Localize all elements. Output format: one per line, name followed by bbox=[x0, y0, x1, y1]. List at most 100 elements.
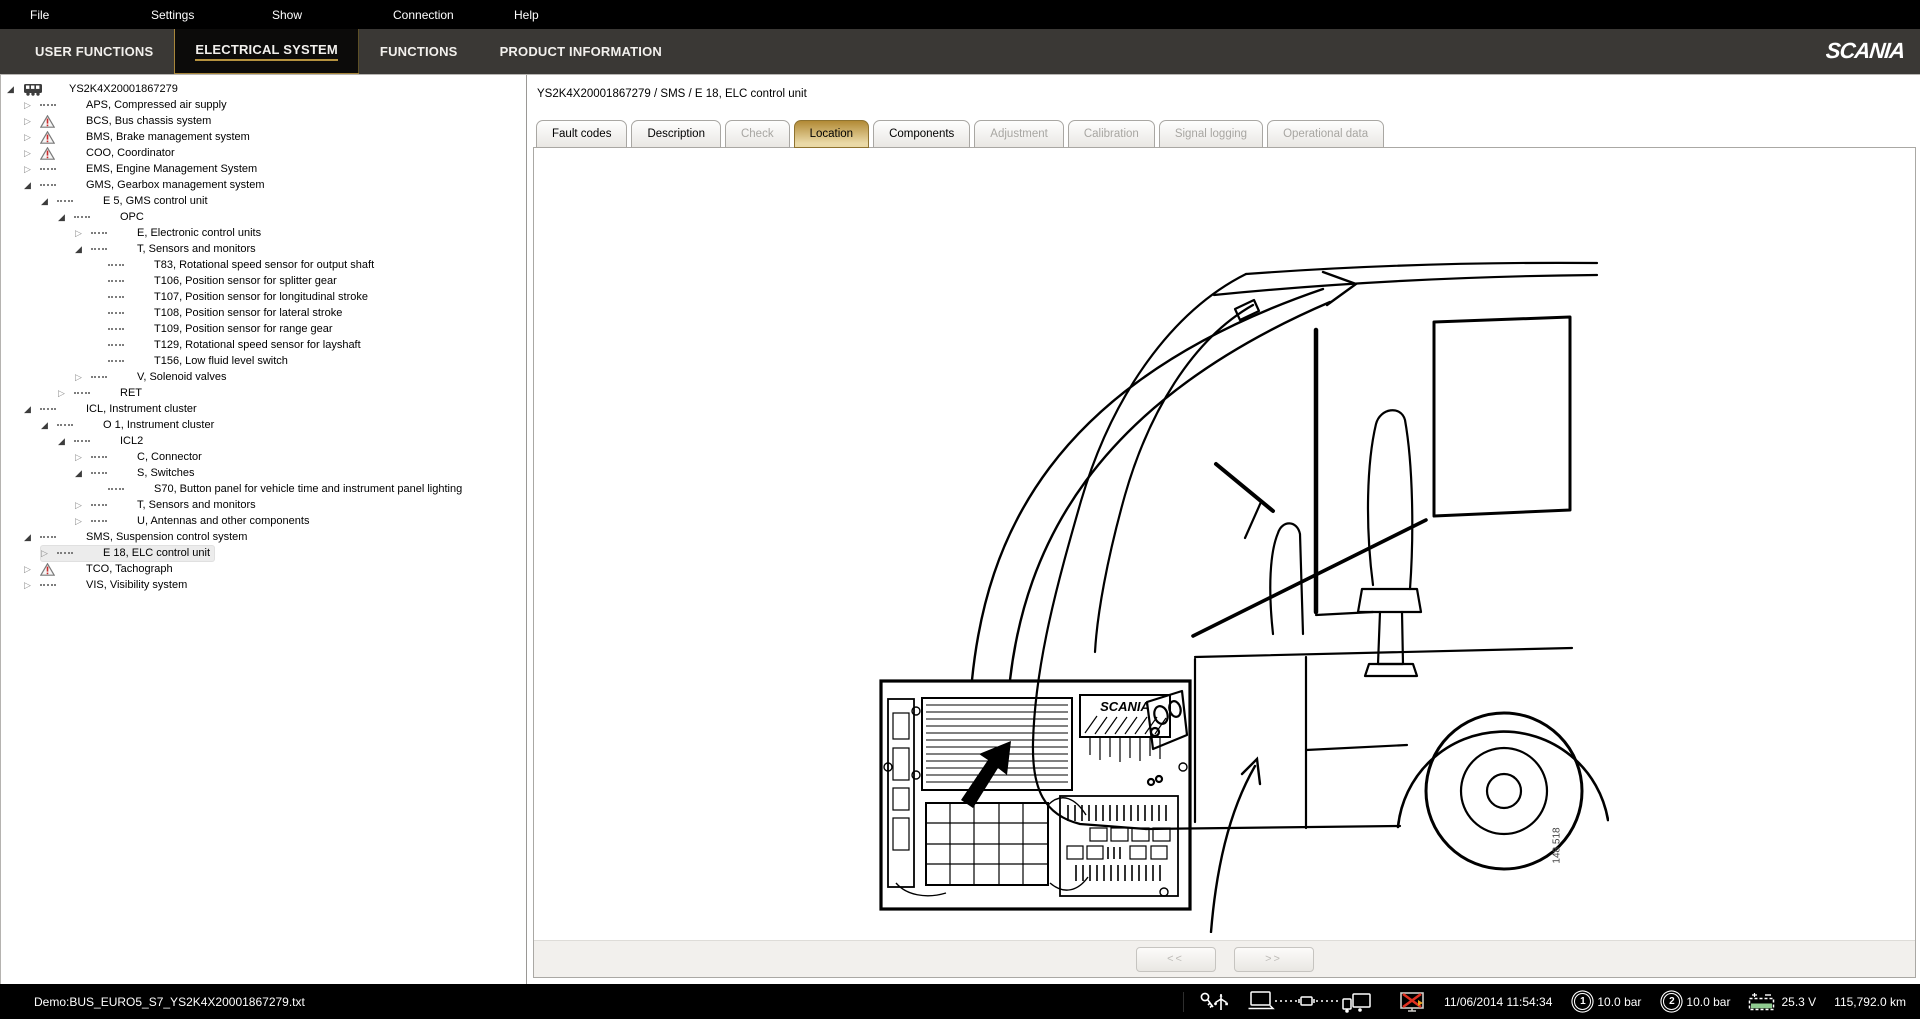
bus-icon bbox=[23, 83, 43, 96]
tree-item[interactable]: ICL2 bbox=[1, 433, 526, 449]
tree-item[interactable]: T129, Rotational speed sensor for laysha… bbox=[1, 337, 526, 353]
tree-item[interactable]: COO, Coordinator bbox=[1, 145, 526, 161]
nav-tab[interactable]: USER FUNCTIONS bbox=[14, 29, 174, 74]
tree-item[interactable]: VIS, Visibility system bbox=[1, 577, 526, 593]
nav-tab[interactable]: FUNCTIONS bbox=[359, 29, 479, 74]
tree-expander-icon[interactable] bbox=[7, 83, 23, 95]
tree-item[interactable]: E 5, GMS control unit bbox=[1, 193, 526, 209]
tree-expander-icon[interactable] bbox=[58, 211, 74, 223]
tree-expander-icon[interactable] bbox=[24, 403, 40, 415]
tree-item[interactable]: O 1, Instrument cluster bbox=[1, 417, 526, 433]
nav-tab[interactable]: ELECTRICAL SYSTEM bbox=[174, 29, 359, 74]
menu-item[interactable]: Settings bbox=[151, 8, 272, 22]
tree-item[interactable]: S, Switches bbox=[1, 465, 526, 481]
tree-item-main: U, Antennas and other components bbox=[75, 514, 313, 529]
tree-expander-icon[interactable] bbox=[24, 579, 40, 591]
tab[interactable]: Components bbox=[873, 120, 970, 148]
tab[interactable]: Operational data bbox=[1267, 120, 1384, 148]
tree-expander-icon[interactable] bbox=[41, 419, 57, 431]
tree-item[interactable]: T, Sensors and monitors bbox=[1, 241, 526, 257]
tree-item[interactable]: RET bbox=[1, 385, 526, 401]
tree-item[interactable]: T156, Low fluid level switch bbox=[1, 353, 526, 369]
tree-expander-icon[interactable] bbox=[24, 531, 40, 543]
tree-expander-icon[interactable] bbox=[24, 147, 40, 159]
tree-expander-icon[interactable] bbox=[58, 435, 74, 447]
tree-item[interactable]: SMS, Suspension control system bbox=[1, 529, 526, 545]
menu-item[interactable]: Connection bbox=[393, 8, 514, 22]
tree-expander-icon[interactable] bbox=[24, 563, 40, 575]
tree-expander-icon[interactable] bbox=[24, 131, 40, 143]
tab[interactable]: Signal logging bbox=[1159, 120, 1263, 148]
tree-item[interactable]: T107, Position sensor for longitudinal s… bbox=[1, 289, 526, 305]
tree-item[interactable]: APS, Compressed air supply bbox=[1, 97, 526, 113]
tree-expander-icon[interactable] bbox=[24, 179, 40, 191]
tree-item[interactable]: T109, Position sensor for range gear bbox=[1, 321, 526, 337]
tree-expander-icon[interactable] bbox=[41, 195, 57, 207]
tree-item-label: T, Sensors and monitors bbox=[137, 243, 256, 255]
tree-item-main: RET bbox=[58, 386, 146, 401]
tree-expander-icon[interactable] bbox=[75, 467, 91, 479]
tree-item-main: T107, Position sensor for longitudinal s… bbox=[92, 290, 372, 305]
tree-item-main: TCO, Tachograph bbox=[24, 562, 177, 577]
tree-item-main: BMS, Brake management system bbox=[24, 130, 254, 145]
tree-item-label: T109, Position sensor for range gear bbox=[154, 323, 333, 335]
tree-item-main: GMS, Gearbox management system bbox=[24, 178, 269, 193]
menu-item[interactable]: Help bbox=[514, 8, 635, 22]
tree-item[interactable]: YS2K4X20001867279 bbox=[1, 81, 526, 97]
tree-item-label: E 18, ELC control unit bbox=[103, 547, 210, 559]
system-tree: YS2K4X20001867279 bbox=[0, 75, 527, 984]
tree-item[interactable]: TCO, Tachograph bbox=[1, 561, 526, 577]
tree-item-main: ICL, Instrument cluster bbox=[24, 402, 201, 417]
component-dots-icon bbox=[108, 360, 124, 362]
tree-item[interactable]: C, Connector bbox=[1, 449, 526, 465]
tree-item[interactable]: T, Sensors and monitors bbox=[1, 497, 526, 513]
tree-expander-icon[interactable] bbox=[75, 451, 91, 463]
tab[interactable]: Fault codes bbox=[536, 120, 627, 148]
component-dots-icon bbox=[91, 232, 107, 234]
tree-expander-icon[interactable] bbox=[75, 499, 91, 511]
tree-item[interactable]: E, Electronic control units bbox=[1, 225, 526, 241]
component-dots-icon bbox=[108, 488, 124, 490]
circuit1-pressure-group: 1 10.0 bar bbox=[1570, 993, 1641, 1010]
nav-tab[interactable]: PRODUCT INFORMATION bbox=[479, 29, 683, 74]
tree-expander-icon[interactable] bbox=[75, 371, 91, 383]
next-button[interactable]: >> bbox=[1234, 947, 1314, 972]
tree-item-label: SMS, Suspension control system bbox=[86, 531, 247, 543]
tree-item[interactable]: OPC bbox=[1, 209, 526, 225]
menu-item[interactable]: Show bbox=[272, 8, 393, 22]
tree-item[interactable]: ICL, Instrument cluster bbox=[1, 401, 526, 417]
figure-number: 148 518 bbox=[1552, 827, 1563, 863]
tree-item[interactable]: T106, Position sensor for splitter gear bbox=[1, 273, 526, 289]
tab[interactable]: Location bbox=[794, 120, 869, 148]
tree-item-label: BCS, Bus chassis system bbox=[86, 115, 211, 127]
tree-expander-icon[interactable] bbox=[75, 227, 91, 239]
tree-expander-icon[interactable] bbox=[58, 387, 74, 399]
tree-item[interactable]: S70, Button panel for vehicle time and i… bbox=[1, 481, 526, 497]
tree-expander-icon[interactable] bbox=[75, 515, 91, 527]
tree-expander-icon[interactable] bbox=[24, 163, 40, 175]
menu-item[interactable]: File bbox=[30, 8, 151, 22]
tree-expander-icon[interactable] bbox=[24, 115, 40, 127]
tab[interactable]: Check bbox=[725, 120, 790, 148]
tree-expander-icon[interactable] bbox=[75, 243, 91, 255]
tree-item[interactable]: BCS, Bus chassis system bbox=[1, 113, 526, 129]
tree-expander-icon[interactable] bbox=[41, 547, 57, 559]
tree-item-main: T, Sensors and monitors bbox=[75, 242, 260, 257]
tree-item[interactable]: V, Solenoid valves bbox=[1, 369, 526, 385]
tree-item[interactable]: U, Antennas and other components bbox=[1, 513, 526, 529]
tree-item-main: S70, Button panel for vehicle time and i… bbox=[92, 482, 466, 497]
tree-item[interactable]: EMS, Engine Management System bbox=[1, 161, 526, 177]
tab[interactable]: Description bbox=[631, 120, 721, 148]
tree-item[interactable]: GMS, Gearbox management system bbox=[1, 177, 526, 193]
warning-icon bbox=[40, 147, 55, 160]
component-dots-icon bbox=[40, 184, 56, 186]
tree-item[interactable]: E 18, ELC control unit bbox=[1, 545, 526, 561]
tree-item[interactable]: T83, Rotational speed sensor for output … bbox=[1, 257, 526, 273]
previous-button[interactable]: << bbox=[1136, 947, 1216, 972]
tree-expander-icon[interactable] bbox=[24, 99, 40, 111]
tree-item[interactable]: BMS, Brake management system bbox=[1, 129, 526, 145]
tab[interactable]: Calibration bbox=[1068, 120, 1155, 148]
tab[interactable]: Adjustment bbox=[974, 120, 1064, 148]
tree-item[interactable]: T108, Position sensor for lateral stroke bbox=[1, 305, 526, 321]
tree-item-label: U, Antennas and other components bbox=[137, 515, 309, 527]
